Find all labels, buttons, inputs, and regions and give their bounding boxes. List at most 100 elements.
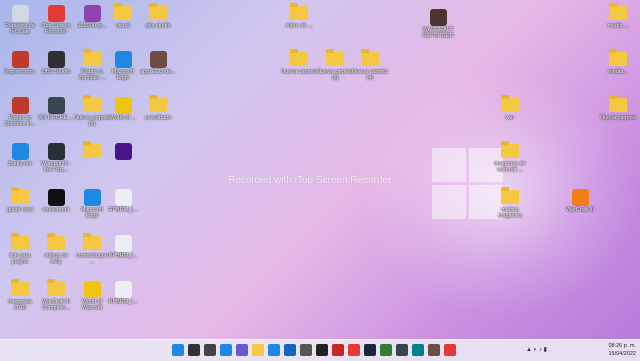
desktop-icon-label: medias imagenes [498, 207, 522, 219]
desktop-icon[interactable]: war [492, 95, 528, 121]
desktop-icon-label: esessment [42, 207, 70, 213]
desktop-icon[interactable]: World of ... [105, 96, 141, 121]
app-icon-4[interactable] [412, 344, 424, 356]
app-icon [47, 142, 65, 160]
desktop-icon[interactable]: imagenes de warcraft ... [492, 141, 528, 173]
desktop-icon[interactable]: WARCRAFT REFORGED [420, 8, 456, 39]
desktop-icon[interactable]: media ... [600, 3, 636, 29]
desktop-icon[interactable]: Wii ORCHE ... [38, 96, 74, 121]
folder-icon [149, 3, 167, 22]
desktop-icon[interactable]: RPBRM_I... [105, 188, 141, 213]
desktop-icon-label: sevolidado [144, 115, 172, 121]
desktop-icon[interactable]: ilegorecortar. [2, 50, 38, 75]
desktop-icon-label: iTop Screen Recorder [41, 23, 71, 35]
folder-icon [47, 279, 65, 298]
desktop-icon[interactable]: RPBRM_I... [105, 280, 141, 305]
desktop-icon-label: link para juegos [9, 253, 31, 265]
recorder-icon[interactable] [348, 344, 360, 356]
steam-icon[interactable] [364, 344, 376, 356]
app-icon-2[interactable] [380, 344, 392, 356]
app-icon-5[interactable] [428, 344, 440, 356]
folder-icon [609, 49, 627, 68]
task-view-icon[interactable] [204, 344, 216, 356]
desktop-icon-label: Nueva carpeta (4) [352, 69, 388, 81]
desktop-icon-label: OBS Studio [41, 69, 71, 75]
search-icon[interactable] [188, 344, 200, 356]
chat-icon[interactable] [236, 344, 248, 356]
widgets-icon[interactable] [220, 344, 232, 356]
app-icon [429, 8, 447, 26]
desktop-icon[interactable]: media... [600, 49, 636, 75]
app-icon [114, 280, 132, 298]
desktop-icon-label: Battle.net [8, 161, 32, 167]
app-icon [114, 234, 132, 252]
desktop-icon-label: appxEZOrde... [140, 69, 176, 75]
store-icon[interactable] [284, 344, 296, 356]
youtube-icon[interactable] [444, 344, 456, 356]
app-icon [11, 4, 29, 22]
clock[interactable]: 08:26 p. m. 15/04/2022 [608, 342, 636, 358]
desktop-icon-label: Interpreta 2018 [8, 299, 32, 311]
folder-icon [609, 95, 627, 114]
edge-icon[interactable] [268, 344, 280, 356]
desktop-icon[interactable]: Interpreta 2018 [2, 279, 38, 311]
desktop-icon[interactable]: video de ... [281, 3, 317, 29]
desktop-icon-label: Wii ORCHE ... [38, 115, 74, 121]
desktop-icon[interactable]: iTop Screen Recorder [38, 4, 74, 35]
desktop-icon[interactable]: videos de kelly [38, 233, 74, 265]
start-icon[interactable] [172, 344, 184, 356]
settings-icon[interactable] [300, 344, 312, 356]
folder-icon [501, 95, 519, 114]
desktop-icon-label: World of ... [109, 115, 137, 121]
desktop-icon[interactable]: WarCraft III Complete... [38, 279, 74, 311]
desktop-icon-label: Warcraft III - the Froz... [40, 161, 72, 173]
desktop-icon[interactable]: Nueva carpeta (2) [317, 49, 353, 81]
app-icon [149, 50, 167, 68]
system-tray-icons[interactable]: ▲ ◐ ♪ ▮ [526, 346, 547, 353]
desktop-icon-label: media ... [607, 23, 629, 29]
desktop-icon[interactable]: Nueva carpeta (4) [352, 49, 388, 81]
desktop-icon[interactable]: RPBRM_I... [105, 234, 141, 259]
folder-icon [83, 233, 101, 252]
desktop-icon[interactable]: sevolidado [140, 95, 176, 121]
desktop-icon-label: media... [608, 69, 628, 75]
app-icon [83, 280, 101, 298]
desktop-icon[interactable]: appxEZOrde... [140, 50, 176, 75]
desktop-icon[interactable]: esessment [38, 188, 74, 213]
desktop-icon-label: WarCraft III Complete... [41, 299, 71, 311]
desktop-icon[interactable]: Warcraft III - the Froz... [38, 142, 74, 173]
desktop-icon[interactable]: Battle.net [2, 142, 38, 167]
app-icon [47, 188, 65, 206]
desktop-icon-label: videos de kelly [44, 253, 68, 265]
folder-icon [609, 3, 627, 22]
folder-icon [361, 49, 379, 68]
desktop-icon-label: war [505, 115, 515, 121]
desktop-icon[interactable]: link para juegos [2, 233, 38, 265]
desktop-icon-label: RPBRM_I... [108, 207, 138, 213]
desktop-icon[interactable]: Nueva carpeta [281, 49, 317, 75]
app-icon [11, 96, 29, 114]
app-icon [47, 96, 65, 114]
desktop-icon[interactable] [105, 142, 141, 161]
desktop-icon-label: WarCraft III [566, 207, 594, 213]
desktop-icon[interactable]: Papelera de reciclaje [2, 4, 38, 35]
app-icon-3[interactable] [396, 344, 408, 356]
desktop-icon[interactable]: Microsoft Edge [105, 50, 141, 81]
app-icon [114, 188, 132, 206]
desktop-icon[interactable]: glade wow [2, 187, 38, 213]
file-explorer-icon[interactable] [252, 344, 264, 356]
desktop-icon[interactable]: medias imagenes [492, 187, 528, 219]
desktop-icon[interactable]: obs studio [140, 3, 176, 29]
desktop-icon-label: Nueva carpeta [281, 69, 317, 75]
desktop-icon[interactable]: visual [105, 3, 141, 29]
desktop-icon[interactable]: Nueva carpeta [600, 95, 636, 121]
folder-icon [501, 141, 519, 160]
desktop-icon-label: glade wow [7, 207, 33, 213]
app-icon [83, 4, 101, 22]
obs-icon[interactable] [316, 344, 328, 356]
desktop-icon[interactable]: Plants vs Zombies in... [2, 96, 38, 127]
desktop-icon[interactable]: WarCraft III [562, 188, 598, 213]
app-icon[interactable] [332, 344, 344, 356]
folder-icon [290, 49, 308, 68]
desktop-icon[interactable]: OBS Studio [38, 50, 74, 75]
